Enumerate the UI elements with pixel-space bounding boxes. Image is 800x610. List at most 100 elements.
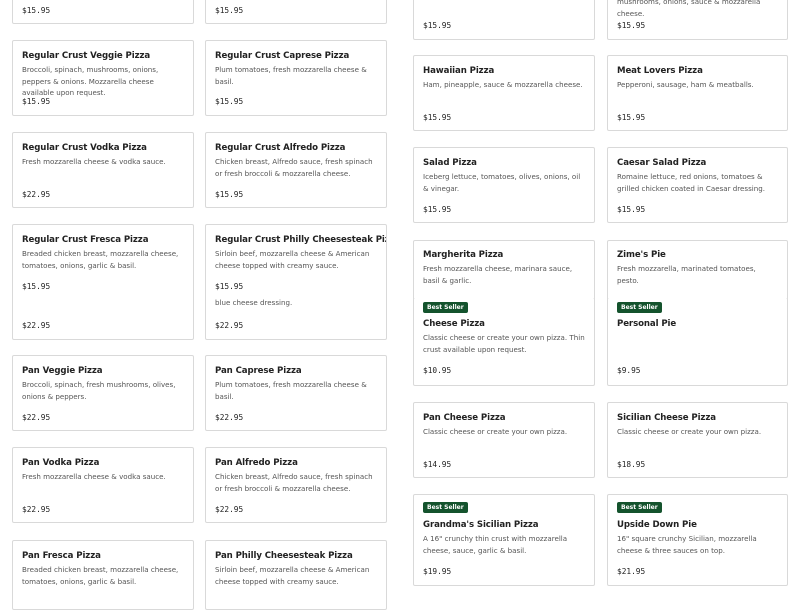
item-price: $10.95: [423, 366, 452, 375]
item-description: Chicken breast, Alfredo sauce, fresh spi…: [215, 472, 373, 493]
item-name: Salad Pizza: [423, 158, 477, 168]
item-price: $21.95: [617, 567, 646, 576]
menu-item-card[interactable]: Regular Crust Veggie Pizza Broccoli, spi…: [12, 40, 194, 116]
best-seller-badge: Best Seller: [423, 302, 468, 313]
menu-item-card[interactable]: Sicilian Cheese Pizza Classic cheese or …: [607, 402, 788, 478]
item-name: Regular Crust Fresca Pizza: [22, 235, 149, 245]
item-name: Zime's Pie: [617, 250, 666, 260]
item-name: Regular Crust Philly Cheesesteak Pizza: [215, 235, 387, 245]
item-price: $22.95: [215, 505, 244, 514]
item-price: $15.95: [215, 190, 244, 199]
item-price: $15.95: [215, 6, 244, 15]
item-name: Regular Crust Caprese Pizza: [215, 51, 350, 61]
menu-item-card[interactable]: Pan Alfredo Pizza Chicken breast, Alfred…: [205, 447, 387, 523]
item-price: $15.95: [215, 282, 244, 291]
menu-item-card[interactable]: mushrooms, onions, sauce & mozzarella ch…: [607, 0, 788, 40]
item-price: $15.95: [22, 282, 51, 291]
menu-item-card[interactable]: Best Seller Personal Pie $9.95: [607, 298, 788, 386]
item-name: Cheese Pizza: [423, 319, 485, 329]
item-name: Meat Lovers Pizza: [617, 66, 703, 76]
menu-item-card[interactable]: Hawaiian Pizza Ham, pineapple, sauce & m…: [413, 55, 595, 131]
item-name: Sicilian Cheese Pizza: [617, 413, 716, 423]
menu-item-card[interactable]: Regular Crust Vodka Pizza Fresh mozzarel…: [12, 132, 194, 208]
menu-item-card[interactable]: $15.95: [12, 0, 194, 24]
item-description: Pepperoni, sausage, ham & meatballs.: [617, 80, 754, 89]
item-description: Classic cheese or create your own pizza.: [617, 427, 762, 436]
menu-item-card[interactable]: Regular Crust Caprese Pizza Plum tomatoe…: [205, 40, 387, 116]
item-name: Pan Alfredo Pizza: [215, 458, 298, 468]
item-price: $22.95: [22, 413, 51, 422]
item-price: $22.95: [22, 190, 51, 199]
item-description: Classic cheese or create your own pizza.: [423, 427, 568, 436]
item-name: Pan Cheese Pizza: [423, 413, 506, 423]
item-name: Caesar Salad Pizza: [617, 158, 707, 168]
item-price: $15.95: [617, 21, 646, 30]
item-name: Pan Philly Cheesesteak Pizza: [215, 551, 353, 561]
item-name: Regular Crust Veggie Pizza: [22, 51, 151, 61]
item-description: Plum tomatoes, fresh mozzarella cheese &…: [215, 380, 367, 401]
item-description: Breaded chicken breast, mozzarella chees…: [22, 565, 179, 586]
item-price: $22.95: [215, 413, 244, 422]
menu-item-card[interactable]: Pan Veggie Pizza Broccoli, spinach, fres…: [12, 355, 194, 431]
item-price: $22.95: [215, 321, 244, 330]
item-name: Pan Caprese Pizza: [215, 366, 302, 376]
item-description: Sirloin beef, mozzarella cheese & Americ…: [215, 565, 370, 586]
item-description: Ham, pineapple, sauce & mozzarella chees…: [423, 80, 583, 89]
item-description: Iceberg lettuce, tomatoes, olives, onion…: [423, 172, 581, 193]
item-price: $14.95: [423, 460, 452, 469]
item-price: $19.95: [423, 567, 452, 576]
item-price: $15.95: [22, 6, 51, 15]
item-name: Personal Pie: [617, 319, 677, 329]
menu-item-card[interactable]: Meat Lovers Pizza Pepperoni, sausage, ha…: [607, 55, 788, 131]
best-seller-badge: Best Seller: [617, 502, 662, 513]
item-price: $15.95: [423, 205, 452, 214]
item-description: A 16" crunchy thin crust with mozzarella…: [423, 534, 568, 555]
item-description: Broccoli, spinach, mushrooms, onions, pe…: [22, 65, 159, 97]
menu-item-card[interactable]: Best Seller Upside Down Pie 16" square c…: [607, 494, 788, 586]
menu-item-card[interactable]: Regular Crust Philly Cheesesteak Pizza S…: [205, 224, 387, 340]
item-description: Plum tomatoes, fresh mozzarella cheese &…: [215, 65, 367, 86]
item-description: Fresh mozzarella cheese & vodka sauce.: [22, 157, 166, 166]
menu-item-card[interactable]: Pan Cheese Pizza Classic cheese or creat…: [413, 402, 595, 478]
item-name: Grandma's Sicilian Pizza: [423, 520, 539, 530]
item-description: Fresh mozzarella, marinated tomatoes, pe…: [617, 264, 756, 285]
item-price: $18.95: [617, 460, 646, 469]
item-description: 16" square crunchy Sicilian, mozzarella …: [617, 534, 757, 555]
item-description: Fresh mozzarella cheese & vodka sauce.: [22, 472, 166, 481]
item-price: $15.95: [617, 113, 646, 122]
item-description: Romaine lettuce, red onions, tomatoes & …: [617, 172, 766, 193]
item-description: Sirloin beef, mozzarella cheese & Americ…: [215, 249, 370, 270]
menu-item-card[interactable]: Pan Caprese Pizza Plum tomatoes, fresh m…: [205, 355, 387, 431]
menu-item-card[interactable]: Best Seller Grandma's Sicilian Pizza A 1…: [413, 494, 595, 586]
item-description: mushrooms, onions, sauce & mozzarella ch…: [617, 0, 761, 18]
item-name: Hawaiian Pizza: [423, 66, 495, 76]
menu-item-card[interactable]: Salad Pizza Iceberg lettuce, tomatoes, o…: [413, 147, 595, 223]
menu-item-card[interactable]: Caesar Salad Pizza Romaine lettuce, red …: [607, 147, 788, 223]
item-price: $22.95: [22, 321, 51, 330]
item-price: $15.95: [423, 113, 452, 122]
item-price: $15.95: [423, 21, 452, 30]
item-description: blue cheese dressing.: [215, 298, 293, 307]
best-seller-badge: Best Seller: [423, 502, 468, 513]
item-name: Regular Crust Vodka Pizza: [22, 143, 147, 153]
item-name: Upside Down Pie: [617, 520, 697, 530]
menu-item-card[interactable]: Pan Vodka Pizza Fresh mozzarella cheese …: [12, 447, 194, 523]
menu-item-card[interactable]: $15.95: [205, 0, 387, 24]
best-seller-badge: Best Seller: [617, 302, 662, 313]
item-name: Margherita Pizza: [423, 250, 504, 260]
item-description: Breaded chicken breast, mozzarella chees…: [22, 249, 179, 270]
menu-item-card[interactable]: Regular Crust Alfredo Pizza Chicken brea…: [205, 132, 387, 208]
item-name: Pan Vodka Pizza: [22, 458, 100, 468]
item-price: $15.95: [215, 97, 244, 106]
item-name: Regular Crust Alfredo Pizza: [215, 143, 346, 153]
menu-item-card[interactable]: $15.95: [413, 0, 595, 40]
item-description: Broccoli, spinach, fresh mushrooms, oliv…: [22, 380, 176, 401]
item-price: $22.95: [22, 505, 51, 514]
menu-item-card[interactable]: Best Seller Cheese Pizza Classic cheese …: [413, 298, 595, 386]
item-description: Fresh mozzarella cheese, marinara sauce,…: [423, 264, 573, 285]
item-description: Chicken breast, Alfredo sauce, fresh spi…: [215, 157, 373, 178]
item-price: $9.95: [617, 366, 641, 375]
item-name: Pan Veggie Pizza: [22, 366, 103, 376]
menu-item-card[interactable]: Regular Crust Fresca Pizza Breaded chick…: [12, 224, 194, 340]
item-price: $15.95: [617, 205, 646, 214]
